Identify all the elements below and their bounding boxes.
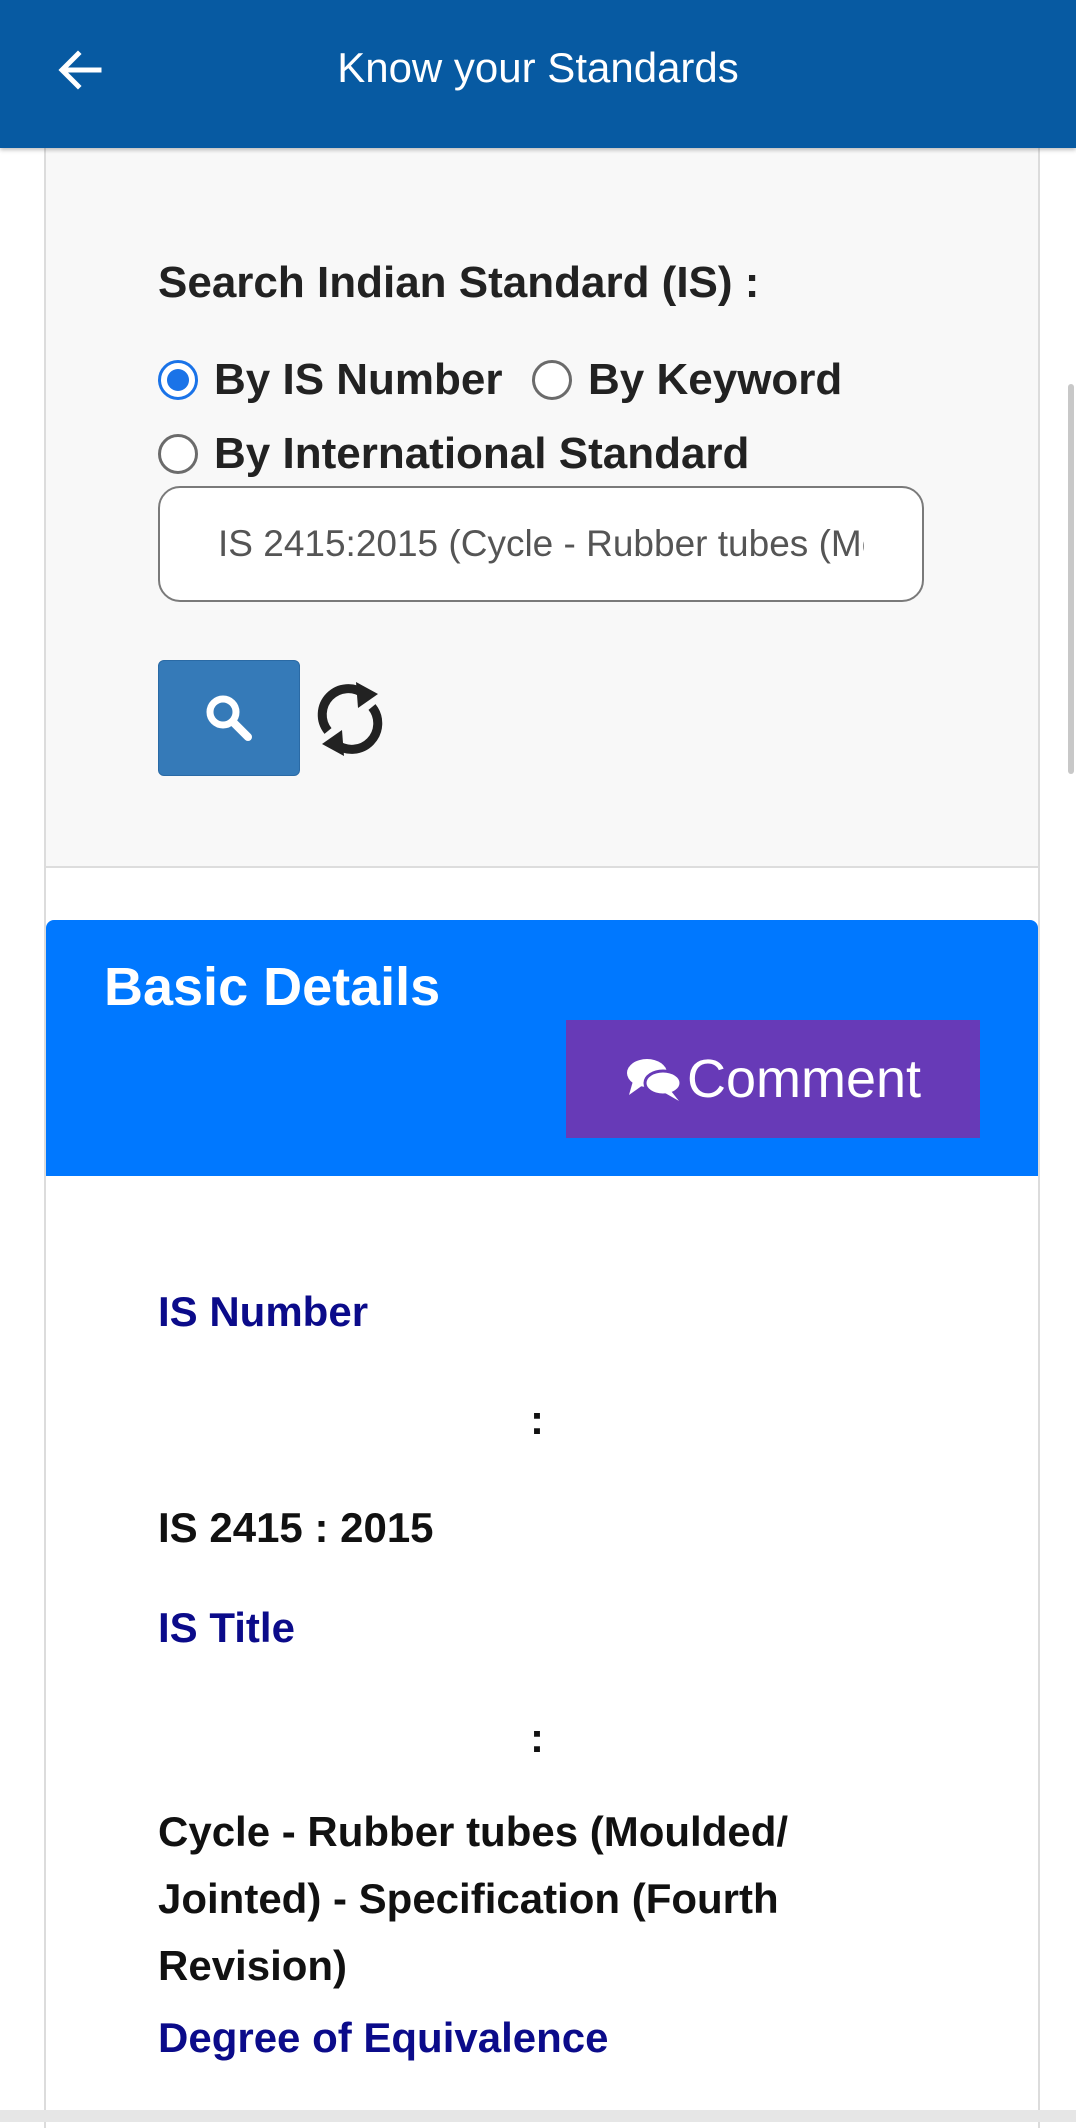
section-title: Basic Details [104,957,441,1017]
is-number-label: IS Number [158,1288,369,1335]
radio-button-checked[interactable] [158,360,198,400]
is-title-colon: : [530,1714,544,1761]
reset-button[interactable] [310,674,390,764]
content-card: Search Indian Standard (IS) : By IS Numb… [44,148,1040,2128]
comments-icon [626,1059,683,1101]
search-panel: Search Indian Standard (IS) : By IS Numb… [46,148,1038,868]
bottom-edge [0,2110,1076,2122]
is-number-colon: : [530,1396,544,1443]
radio-label: By IS Number [214,355,503,404]
refresh-icon [317,682,383,756]
is-title-value: Cycle - Rubber tubes (Moulded/ Jointed) … [158,1808,789,1989]
app-bar: Know your Standards [0,0,1076,148]
radio-label: By Keyword [588,355,843,404]
radio-button[interactable] [532,360,572,400]
radio-label: By International Standard [214,429,750,478]
comment-label: Comment [686,1049,922,1109]
radio-by-is-number[interactable]: By IS Number [158,355,503,405]
degree-of-equivalence-label: Degree of Equivalence [158,2014,609,2061]
basic-details-header: Basic Details Comment [46,920,1038,1176]
page-title: Know your Standards [337,44,739,91]
search-button[interactable] [158,660,300,776]
radio-by-international-standard[interactable]: By International Standard [158,429,749,479]
search-input[interactable] [158,486,924,602]
is-title-label: IS Title [158,1604,295,1651]
search-label: Search Indian Standard (IS) : [158,258,760,307]
comment-button[interactable]: Comment [566,1020,980,1138]
radio-button[interactable] [158,434,198,474]
is-number-value: IS 2415 : 2015 [158,1504,434,1551]
search-icon [206,695,252,741]
scrollbar[interactable] [1068,384,1074,774]
radio-by-keyword[interactable]: By Keyword [532,355,842,405]
